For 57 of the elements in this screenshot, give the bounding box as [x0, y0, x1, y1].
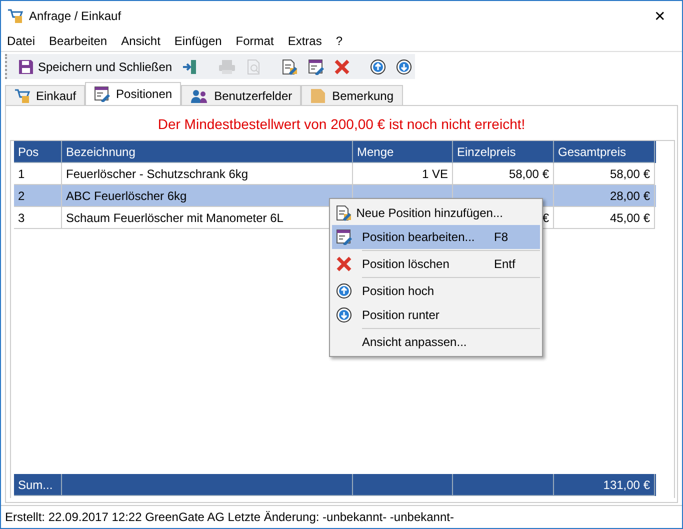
cart-icon: [14, 88, 30, 104]
menu-item[interactable]: Position hoch: [332, 279, 540, 303]
warning-message: Der Mindestbestellwert von 200,00 € ist noch nicht erreicht!: [156, 115, 526, 134]
menu-item[interactable]: Einfügen: [174, 34, 222, 48]
menu-item[interactable]: Ansicht: [121, 34, 160, 48]
users-icon: [190, 88, 208, 104]
menu-item[interactable]: ?: [336, 34, 343, 48]
table-cell: €: [542, 211, 549, 225]
table-cell: 1: [18, 167, 25, 181]
menu-item[interactable]: Bearbeiten: [49, 34, 108, 48]
exit-door-icon: [182, 58, 198, 74]
tab[interactable]: Benutzerfelder: [181, 85, 302, 105]
table-cell: 3: [18, 211, 25, 225]
table-cell: 58,00 €: [610, 167, 650, 181]
sum-cell: 131,00 €: [554, 474, 655, 496]
menu-item[interactable]: Format: [236, 34, 274, 48]
delete-icon: [334, 58, 350, 74]
tab[interactable]: Positionen: [85, 82, 182, 105]
status-bar: Erstellt: 22.09.2017 12:22 GreenGate AG Letzte Änderung: -unbekannt- -unbekannt-: [1, 505, 682, 528]
table-cell: 2: [18, 189, 25, 203]
page-magnifier-icon: [246, 58, 262, 74]
table-cell: Schaum Feuerlöscher mit Manometer 6L: [66, 211, 284, 225]
menu-item[interactable]: Position löschen Entf: [332, 252, 540, 276]
form-pencil-icon: [94, 86, 110, 102]
menu-item[interactable]: Position runter: [332, 303, 540, 327]
column-header[interactable]: Pos: [18, 145, 39, 159]
arrow-up-circle-icon: [370, 58, 386, 74]
document-pencil-icon: [282, 58, 298, 74]
table-cell: 45,00 €: [610, 211, 650, 225]
form-pencil-icon: [308, 58, 324, 74]
cart-icon: [7, 8, 23, 24]
menu-item[interactable]: Datei: [7, 34, 36, 48]
menu-item[interactable]: Extras: [288, 34, 322, 48]
menu-item[interactable]: Ansicht anpassen...: [332, 330, 540, 354]
form-pencil-icon: [336, 229, 352, 245]
arrow-up-circle-icon: [336, 283, 352, 299]
column-header[interactable]: Gesamtpreis: [558, 145, 626, 159]
menu-item[interactable]: Position bearbeiten... F8: [332, 225, 540, 249]
document-pencil-icon: [336, 205, 352, 221]
arrow-down-circle-icon: [396, 58, 412, 74]
table-cell: 1 VE: [422, 167, 448, 181]
table-cell: 28,00 €: [610, 189, 650, 203]
column-header[interactable]: Menge: [357, 145, 394, 159]
table-cell: 58,00 €: [508, 167, 549, 181]
sum-cell: Sum...: [14, 474, 62, 496]
column-header[interactable]: Einzelpreis: [457, 145, 516, 159]
tab[interactable]: Bemerkung: [301, 85, 402, 105]
arrow-down-circle-icon: [336, 307, 352, 323]
window-title: Anfrage / Einkauf: [29, 9, 122, 23]
tab[interactable]: Einkauf: [5, 85, 86, 105]
column-header[interactable]: Bezeichnung: [66, 145, 136, 159]
close-button[interactable]: ✕: [638, 8, 682, 24]
note-icon: [310, 88, 326, 104]
table-cell: Feuerlöscher - Schutzschrank 6kg: [66, 167, 248, 181]
delete-icon: [336, 256, 352, 272]
printer-icon: [218, 58, 236, 74]
table-cell: ABC Feuerlöscher 6kg: [66, 189, 187, 203]
